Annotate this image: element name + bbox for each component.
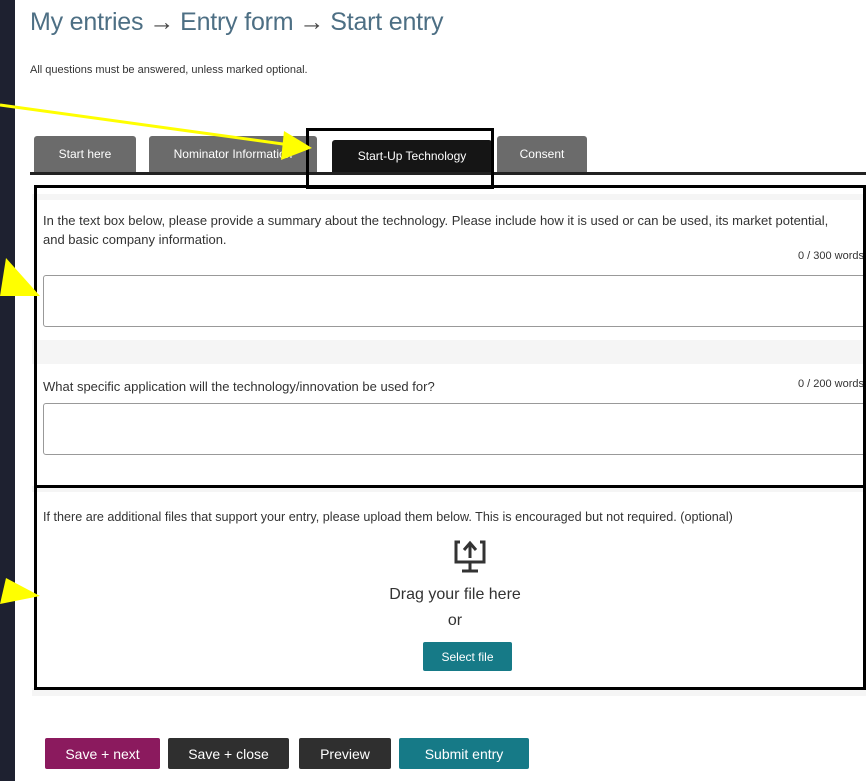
- breadcrumb: My entries → Entry form → Start entry: [30, 8, 444, 37]
- word-counter: 0 / 300 words: [797, 250, 864, 262]
- upload-label: If there are additional files that suppo…: [43, 510, 733, 524]
- drag-file-label: Drag your file here: [389, 586, 521, 603]
- submit-entry-button[interactable]: Submit entry: [399, 738, 529, 769]
- save-close-button[interactable]: Save + close: [168, 738, 289, 769]
- tab-start-up-technology[interactable]: Start-Up Technology: [332, 140, 492, 172]
- breadcrumb-separator: →: [299, 8, 325, 36]
- or-label: or: [447, 612, 463, 629]
- save-next-button[interactable]: Save + next: [45, 738, 160, 769]
- select-file-button[interactable]: Select file: [423, 642, 512, 671]
- breadcrumb-separator: →: [149, 8, 175, 36]
- breadcrumb-start-entry: Start entry: [330, 8, 444, 36]
- breadcrumb-entry-form[interactable]: Entry form: [180, 8, 293, 36]
- question-summary-label: In the text box below, please provide a …: [43, 213, 829, 247]
- entry-form-page: My entries → Entry form → Start entry All qu…: [15, 0, 866, 781]
- tab-nominator-information[interactable]: Nominator Information: [149, 136, 317, 172]
- breadcrumb-my-entries[interactable]: My entries: [30, 8, 144, 36]
- application-textbox[interactable]: [43, 403, 866, 455]
- tab-bar: Start here Nominator Information Start-U…: [30, 136, 866, 175]
- question-application-label: What specific application will the techn…: [43, 379, 435, 394]
- summary-textbox[interactable]: [43, 275, 866, 327]
- tab-consent[interactable]: Consent: [497, 136, 587, 172]
- preview-button[interactable]: Preview: [299, 738, 391, 769]
- tab-start-here[interactable]: Start here: [34, 136, 136, 172]
- form-instructions: All questions must be answered, unless m…: [30, 64, 308, 76]
- word-counter: 0 / 200 words: [797, 378, 864, 390]
- upload-icon: [454, 540, 486, 573]
